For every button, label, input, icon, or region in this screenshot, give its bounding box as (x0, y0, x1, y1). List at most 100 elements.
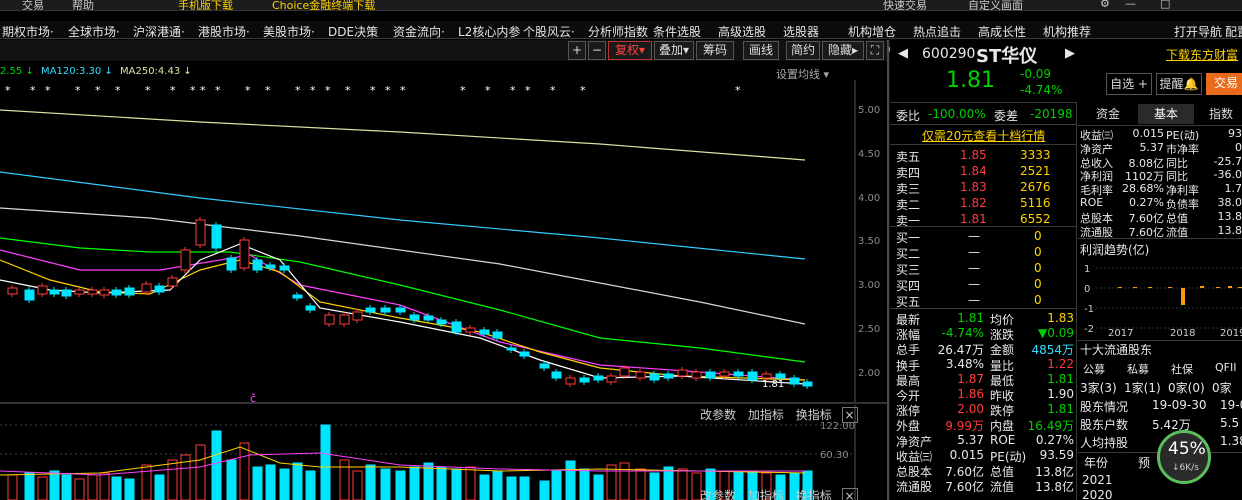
zoom-out-button[interactable]: − (588, 41, 606, 60)
minimize-icon[interactable]: — (1125, 0, 1136, 10)
event-marker[interactable]: * (200, 84, 206, 97)
candle-body[interactable] (719, 371, 730, 377)
menu-options-market[interactable]: 期权市场· (2, 23, 54, 40)
candle-body[interactable] (492, 331, 503, 339)
candle-body[interactable] (506, 347, 517, 351)
candle-body[interactable] (167, 277, 178, 287)
candle-body[interactable] (519, 351, 530, 357)
prev-stock-icon[interactable]: ◀ (898, 46, 908, 61)
candle-body[interactable] (265, 264, 276, 269)
candle-body[interactable] (339, 314, 350, 325)
custom-screen-button[interactable]: 自定义画面 (968, 0, 1023, 10)
candle-body[interactable] (761, 373, 772, 379)
candle-body[interactable] (37, 285, 48, 295)
menu-open-nav[interactable]: 打开导航 (1174, 23, 1222, 40)
candle-body[interactable] (691, 371, 702, 379)
candle-body[interactable] (141, 283, 152, 293)
candle-body[interactable] (352, 311, 363, 321)
chips-button[interactable]: 筹码 (696, 41, 734, 60)
candlestick-chart[interactable]: 5.00 4.50 4.00 3.50 3.00 2.50 2.00 * * * * * * * * * * * *… (0, 80, 887, 402)
candle-body[interactable] (180, 249, 191, 271)
event-marker[interactable]: * (145, 84, 151, 97)
event-marker[interactable]: * (265, 84, 271, 97)
event-marker[interactable]: * (370, 84, 376, 97)
event-marker[interactable]: * (190, 84, 196, 97)
candle-body[interactable] (211, 224, 222, 249)
candle-body[interactable] (551, 371, 562, 379)
close-icon[interactable]: × (841, 407, 858, 423)
zoom-in-button[interactable]: + (568, 41, 586, 60)
candle-body[interactable] (24, 289, 35, 301)
change-param-button-2[interactable]: 改参数 (700, 489, 736, 500)
candle-body[interactable] (305, 305, 316, 311)
event-marker[interactable]: * (215, 84, 221, 97)
event-marker[interactable]: * (295, 84, 301, 97)
hide-button[interactable]: 隐藏▸ (822, 41, 864, 60)
candle-body[interactable] (479, 329, 490, 335)
event-marker[interactable]: * (170, 84, 176, 97)
menu-stock-news[interactable]: 个股风云· (523, 23, 575, 40)
speed-badge[interactable]: 45% ↓6K/s (1157, 430, 1211, 484)
menu-selector[interactable]: 选股器 (783, 23, 819, 40)
menu-l2[interactable]: L2核心内参 (458, 23, 520, 40)
window-icon[interactable]: □ (1160, 0, 1170, 10)
candle-body[interactable] (539, 363, 550, 369)
event-c-marker[interactable]: č (250, 392, 256, 402)
candle-body[interactable] (436, 319, 447, 325)
fullscreen-icon[interactable]: ⛶ (866, 41, 884, 60)
candle-body[interactable] (423, 315, 434, 321)
menu-inst-recommend[interactable]: 机构推荐 (1043, 23, 1091, 40)
choice-download-link[interactable]: Choice金融终端下载 (272, 0, 375, 10)
candle-body[interactable] (663, 373, 674, 379)
draw-line-button[interactable]: 画线 (743, 41, 779, 60)
candle-body[interactable] (74, 289, 85, 295)
candle-body[interactable] (465, 327, 476, 333)
event-marker[interactable]: * (245, 84, 251, 97)
candle-body[interactable] (226, 257, 237, 271)
candle-body[interactable] (380, 307, 391, 313)
next-stock-icon[interactable]: ▶ (1065, 46, 1075, 61)
menu-help[interactable]: 帮助 (72, 0, 94, 10)
candle-body[interactable] (87, 289, 98, 295)
event-marker[interactable]: * (310, 84, 316, 97)
trade-button[interactable]: 交易 (1206, 73, 1242, 95)
menu-dde[interactable]: DDE决策 (328, 23, 378, 40)
l2-promo-link[interactable]: 仅需20元查看十档行情 (922, 127, 1045, 144)
candle-body[interactable] (775, 373, 786, 379)
menu-inst-increase[interactable]: 机构增仓 (848, 23, 896, 40)
change-param-button[interactable]: 改参数 (700, 408, 736, 422)
candle-body[interactable] (677, 369, 688, 377)
menu-hk-connect[interactable]: 沪深港通· (133, 23, 185, 40)
event-marker[interactable]: * (580, 84, 586, 97)
quick-trade-button[interactable]: 快速交易 (883, 0, 927, 10)
menu-config[interactable]: 配置 (1225, 23, 1242, 40)
add-watchlist-button[interactable]: 自选 + (1106, 73, 1152, 95)
candle-body[interactable] (61, 289, 72, 297)
candle-body[interactable] (195, 219, 206, 246)
event-marker[interactable]: * (525, 84, 531, 97)
candle-body[interactable] (365, 307, 376, 313)
candle-body[interactable] (606, 375, 617, 383)
gear-icon[interactable]: ⚙ (1100, 0, 1110, 10)
menu-hk-market[interactable]: 港股市场· (198, 23, 250, 40)
switch-indicator-button[interactable]: 换指标 (796, 408, 832, 422)
candle-body[interactable] (733, 371, 744, 377)
event-marker[interactable]: * (45, 84, 51, 97)
candle-body[interactable] (99, 289, 110, 296)
candle-body[interactable] (451, 321, 462, 333)
menu-condition-select[interactable]: 条件选股 (653, 23, 701, 40)
event-marker[interactable]: * (485, 84, 491, 97)
event-marker[interactable]: * (460, 84, 466, 97)
menu-hotspot[interactable]: 热点追击 (913, 23, 961, 40)
event-marker[interactable]: * (345, 84, 351, 97)
menu-fund-flow[interactable]: 资金流向· (393, 23, 445, 40)
event-marker[interactable]: * (115, 84, 121, 97)
menu-analyst-index[interactable]: 分析师指数 (588, 23, 648, 40)
candle-body[interactable] (802, 381, 813, 387)
add-indicator-button[interactable]: 加指标 (748, 408, 784, 422)
candle-body[interactable] (649, 373, 660, 381)
menu-trade[interactable]: 交易 (22, 0, 44, 10)
event-marker[interactable]: * (510, 84, 516, 97)
candle-body[interactable] (635, 371, 646, 379)
event-marker[interactable]: * (400, 84, 406, 97)
